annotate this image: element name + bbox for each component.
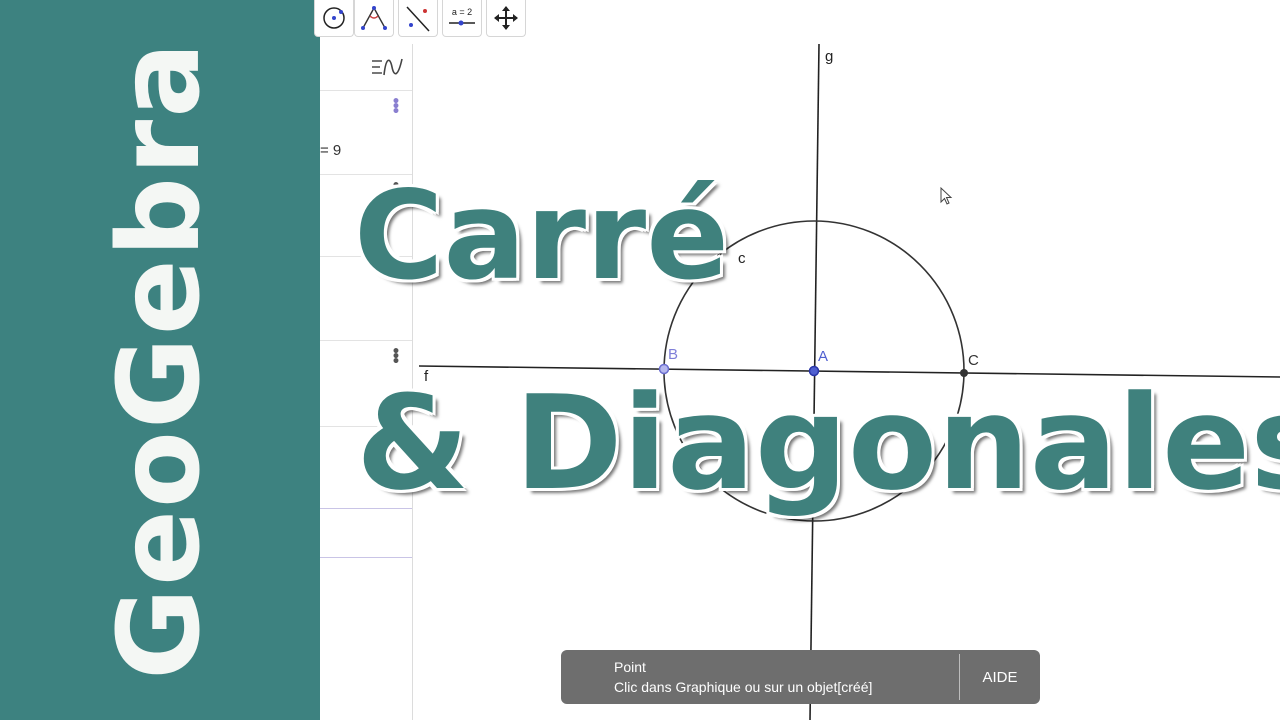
point-label-A: A bbox=[818, 348, 828, 365]
line-label-g: g bbox=[825, 48, 833, 65]
brand-vertical-text: GeoGebra bbox=[95, 40, 225, 680]
reflect-line-tool-button[interactable] bbox=[398, 0, 438, 37]
move-graphics-tool-button[interactable] bbox=[486, 0, 526, 37]
circle-tool-button[interactable] bbox=[314, 0, 354, 37]
overlay-title-line-2: & Diagonales bbox=[356, 367, 1280, 519]
point-label-B: B bbox=[668, 346, 678, 363]
angle-tool-button[interactable] bbox=[354, 0, 394, 37]
circle-tool-icon bbox=[320, 5, 348, 31]
circle-label-c: c bbox=[738, 250, 746, 267]
toolbar: a = 2 bbox=[314, 0, 1280, 45]
reflect-line-tool-icon bbox=[403, 3, 433, 33]
angle-tool-icon bbox=[359, 4, 389, 32]
algebra-view-menu-icon bbox=[370, 55, 404, 83]
tool-tooltip-bar: Point Clic dans Graphique ou sur un obje… bbox=[561, 650, 1040, 704]
tool-name: Point bbox=[614, 659, 646, 675]
slider-tool-label: a = 2 bbox=[452, 7, 472, 17]
tool-hint: Clic dans Graphique ou sur un objet[créé… bbox=[614, 679, 873, 695]
brand-sidebar: GeoGebra bbox=[0, 0, 320, 720]
overlay-title-line-1: Carré bbox=[354, 165, 729, 307]
slider-tool-button[interactable]: a = 2 bbox=[442, 0, 482, 37]
row-menu-icon[interactable]: • • • bbox=[390, 95, 402, 119]
mouse-cursor-icon bbox=[940, 186, 953, 205]
algebra-value: = 9 bbox=[320, 142, 342, 159]
algebra-menu-button[interactable] bbox=[368, 52, 406, 86]
algebra-row[interactable]: • • • = 9 bbox=[320, 90, 412, 175]
row-menu-icon[interactable]: • • • bbox=[390, 345, 402, 369]
algebra-header bbox=[320, 44, 412, 91]
help-button[interactable]: AIDE bbox=[960, 650, 1040, 704]
move-graphics-tool-icon bbox=[492, 4, 520, 32]
slider-tool-icon: a = 2 bbox=[446, 4, 478, 32]
